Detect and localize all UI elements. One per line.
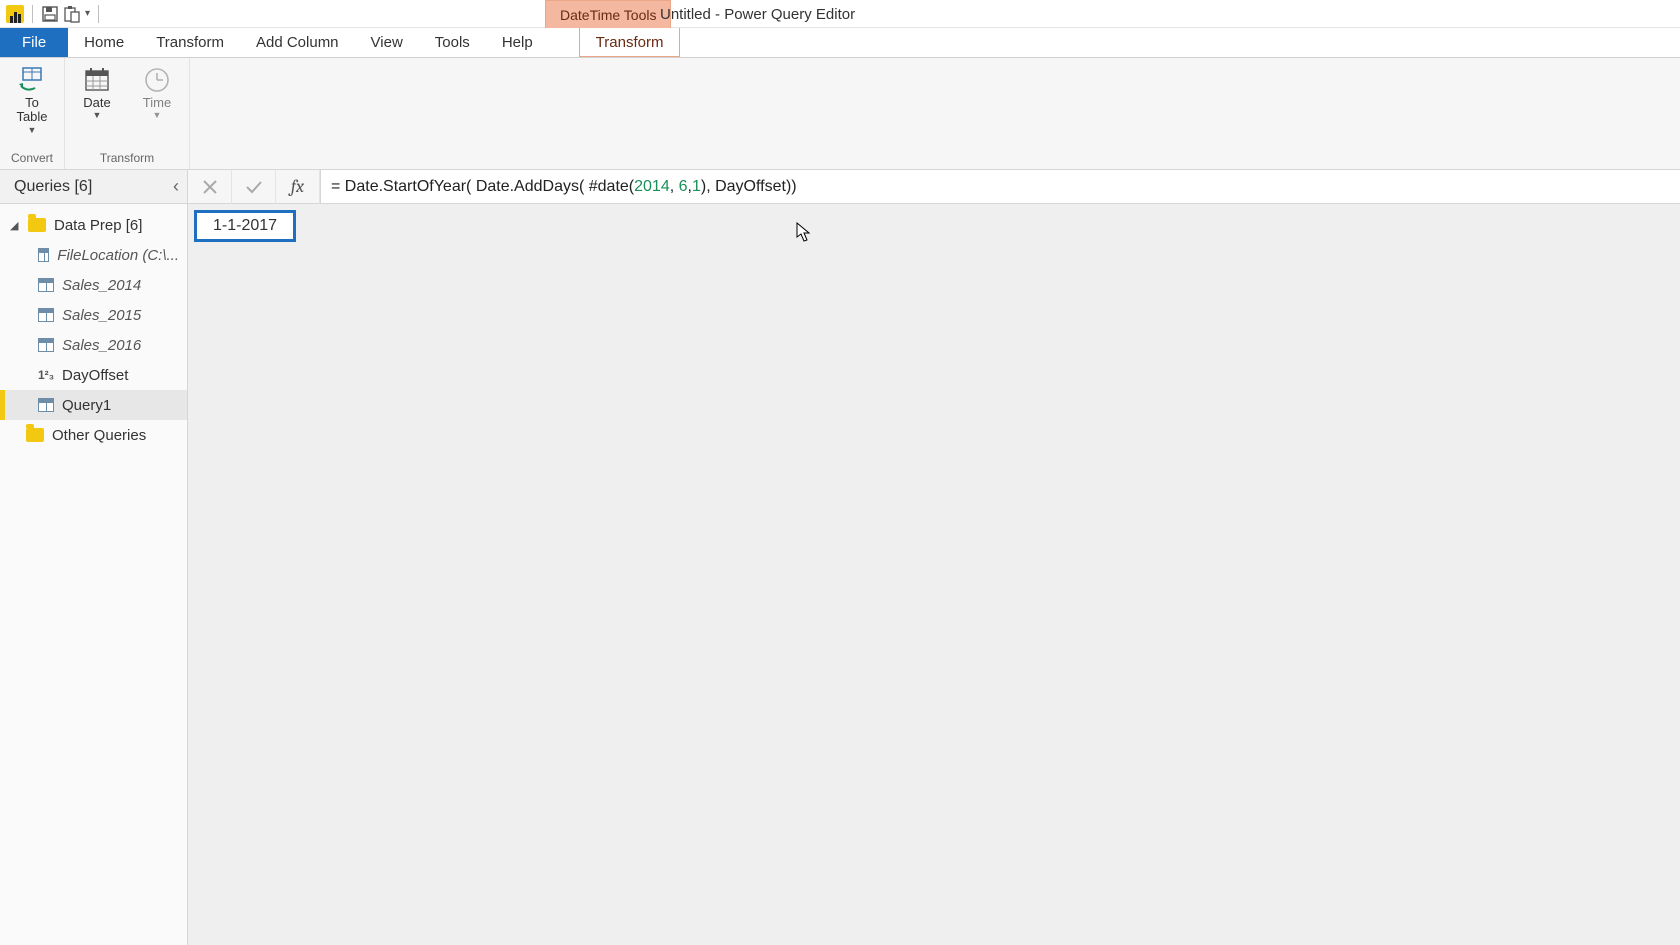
save-icon[interactable] bbox=[41, 5, 59, 23]
result-value-cell[interactable]: 1-1-2017 bbox=[194, 210, 296, 242]
query-item-dayoffset[interactable]: 1²₃ DayOffset bbox=[0, 360, 187, 390]
dropdown-icon: ▼ bbox=[93, 110, 102, 120]
folder-icon bbox=[28, 218, 46, 232]
tab-transform[interactable]: Transform bbox=[140, 28, 240, 57]
query-label: Query1 bbox=[62, 397, 111, 414]
time-label: Time bbox=[143, 96, 171, 110]
ribbon-group-convert: To Table ▼ Convert bbox=[0, 58, 65, 169]
paste-icon[interactable] bbox=[63, 5, 81, 23]
number-icon: 1²₃ bbox=[38, 368, 54, 382]
qat-customize-icon[interactable]: ▾ bbox=[85, 8, 90, 19]
query-label: FileLocation (C:\... bbox=[57, 247, 179, 264]
main-area: ◢ Data Prep [6] FileLocation (C:\... Sal… bbox=[0, 204, 1680, 945]
tab-home[interactable]: Home bbox=[68, 28, 140, 57]
tab-help[interactable]: Help bbox=[486, 28, 549, 57]
queries-pane-header[interactable]: Queries [6] ‹ bbox=[0, 170, 188, 203]
formula-number: 1 bbox=[692, 178, 701, 196]
qat-separator bbox=[32, 5, 33, 23]
tab-file[interactable]: File bbox=[0, 28, 68, 57]
query-item-sales-2016[interactable]: Sales_2016 bbox=[0, 330, 187, 360]
caret-icon: ◢ bbox=[10, 219, 20, 232]
query-item-filelocation[interactable]: FileLocation (C:\... bbox=[0, 240, 187, 270]
tab-view[interactable]: View bbox=[355, 28, 419, 57]
dropdown-icon: ▼ bbox=[28, 125, 37, 135]
formula-text: ), DayOffset)) bbox=[701, 178, 797, 196]
query-item-query1[interactable]: Query1 bbox=[0, 390, 187, 420]
tab-add-column[interactable]: Add Column bbox=[240, 28, 355, 57]
table-icon bbox=[38, 338, 54, 352]
formula-row: Queries [6] ‹ fx = Date.StartOfYear( Dat… bbox=[0, 170, 1680, 204]
to-table-label: To Table bbox=[16, 96, 47, 125]
tab-datetime-transform[interactable]: Transform bbox=[579, 28, 681, 57]
fx-button[interactable]: fx bbox=[276, 170, 320, 204]
contextual-tools-label-wrap: DateTime Tools bbox=[545, 0, 671, 28]
contextual-tools-label: DateTime Tools bbox=[545, 0, 671, 28]
formula-bar-buttons: fx bbox=[188, 170, 321, 203]
menu-strip: File Home Transform Add Column View Tool… bbox=[0, 28, 1680, 58]
clock-icon bbox=[142, 66, 172, 94]
table-icon bbox=[38, 398, 54, 412]
formula-bar-input[interactable]: = Date.StartOfYear( Date.AddDays( #date(… bbox=[321, 170, 1680, 203]
queries-tree: ◢ Data Prep [6] FileLocation (C:\... Sal… bbox=[0, 204, 187, 450]
cancel-formula-button[interactable] bbox=[188, 170, 232, 204]
table-icon bbox=[38, 278, 54, 292]
to-table-icon bbox=[17, 66, 47, 94]
app-icon bbox=[6, 5, 24, 23]
dropdown-icon: ▼ bbox=[153, 110, 162, 120]
ribbon: To Table ▼ Convert Date ▼ Time ▼ Transfo… bbox=[0, 58, 1680, 170]
qat-separator-2 bbox=[98, 5, 99, 23]
ribbon-group-transform: Date ▼ Time ▼ Transform bbox=[65, 58, 190, 169]
ribbon-group-label-transform: Transform bbox=[100, 151, 154, 167]
table-icon bbox=[38, 308, 54, 322]
query-group-other[interactable]: Other Queries bbox=[0, 420, 187, 450]
formula-number: 2014 bbox=[634, 178, 670, 196]
queries-header-label: Queries [6] bbox=[14, 178, 92, 196]
query-label: Sales_2016 bbox=[62, 337, 141, 354]
date-label: Date bbox=[83, 96, 110, 110]
commit-formula-button[interactable] bbox=[232, 170, 276, 204]
query-label: Sales_2015 bbox=[62, 307, 141, 324]
query-group-data-prep[interactable]: ◢ Data Prep [6] bbox=[0, 210, 187, 240]
date-button[interactable]: Date ▼ bbox=[75, 66, 119, 120]
query-item-sales-2014[interactable]: Sales_2014 bbox=[0, 270, 187, 300]
query-label: DayOffset bbox=[62, 367, 128, 384]
query-item-sales-2015[interactable]: Sales_2015 bbox=[0, 300, 187, 330]
group-label: Data Prep [6] bbox=[54, 217, 142, 234]
calendar-icon bbox=[82, 66, 112, 94]
formula-text: = Date.StartOfYear( Date.AddDays( #date( bbox=[331, 178, 634, 196]
group-label: Other Queries bbox=[52, 427, 146, 444]
query-label: Sales_2014 bbox=[62, 277, 141, 294]
ribbon-group-label-convert: Convert bbox=[11, 151, 53, 167]
table-icon bbox=[38, 248, 49, 262]
window-title: Untitled - Power Query Editor bbox=[660, 0, 855, 28]
time-button[interactable]: Time ▼ bbox=[135, 66, 179, 120]
x-icon bbox=[202, 179, 218, 195]
folder-icon bbox=[26, 428, 44, 442]
queries-pane: ◢ Data Prep [6] FileLocation (C:\... Sal… bbox=[0, 204, 188, 945]
title-bar: ▾ DateTime Tools Untitled - Power Query … bbox=[0, 0, 1680, 28]
result-pane: 1-1-2017 bbox=[188, 204, 1680, 945]
check-icon bbox=[245, 179, 263, 195]
formula-number: 6 bbox=[679, 178, 688, 196]
tab-tools[interactable]: Tools bbox=[419, 28, 486, 57]
to-table-button[interactable]: To Table ▼ bbox=[10, 66, 54, 135]
quick-access-toolbar: ▾ bbox=[0, 0, 109, 27]
cursor-icon bbox=[796, 222, 810, 242]
collapse-pane-icon[interactable]: ‹ bbox=[173, 176, 179, 197]
